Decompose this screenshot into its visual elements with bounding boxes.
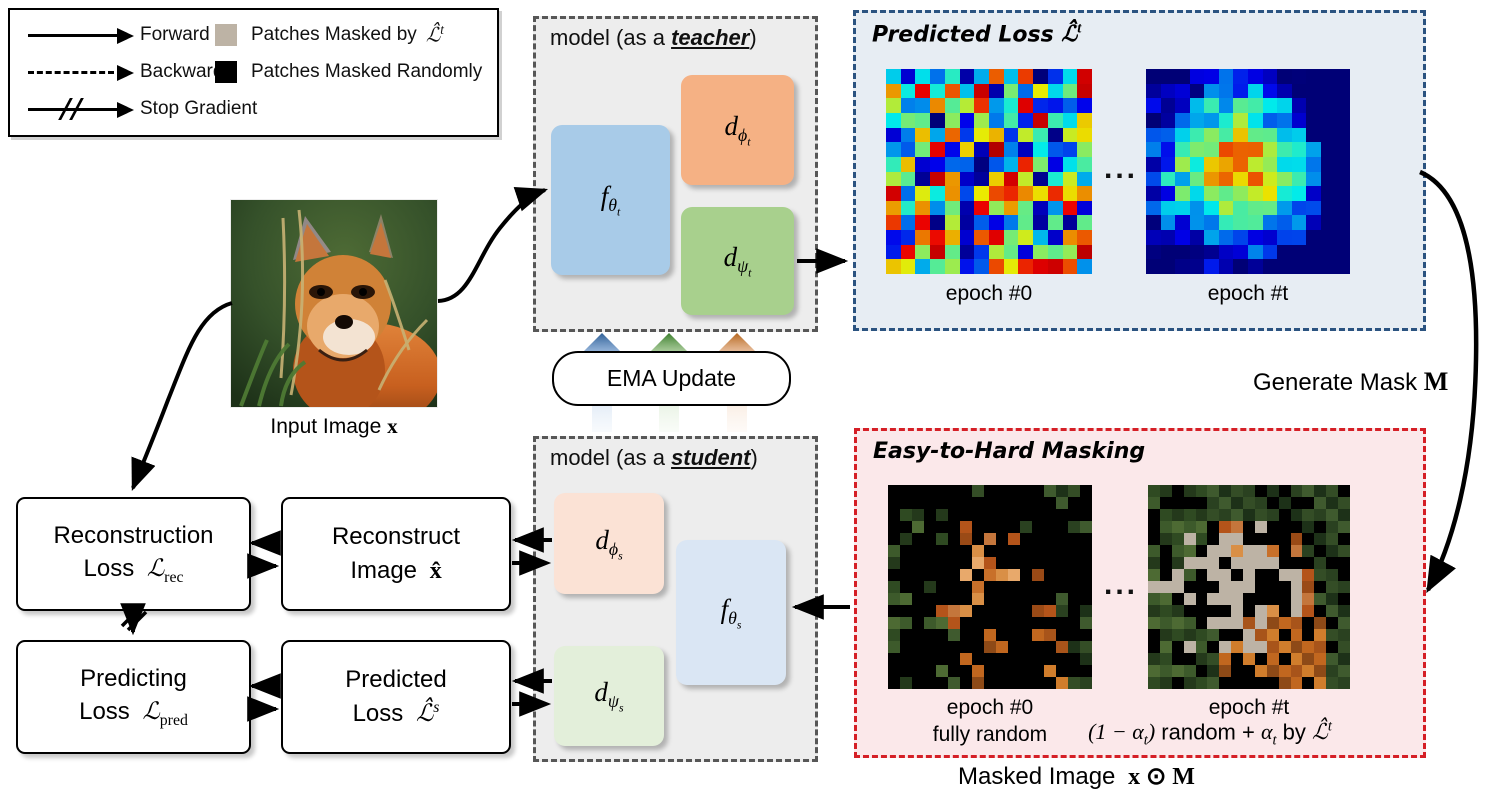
loss-panel-ellipsis: ... — [1104, 152, 1139, 185]
reconstruction-loss-line1: Reconstruction — [53, 522, 214, 550]
predicted-loss-student-line2: Loss ℒ̂s — [352, 698, 440, 727]
masked-image-label: Masked Image x ⊙ M — [958, 763, 1195, 790]
reconstruct-image-line1: Reconstruct — [331, 523, 461, 551]
module-label-f-theta-s: fθs — [720, 593, 742, 632]
legend-row-masked-randomly: Patches Masked Randomly — [215, 55, 482, 89]
black-swatch-icon — [215, 61, 237, 83]
legend-label-forward: Forward — [140, 24, 210, 45]
legend-label-masked-randomly: Patches Masked Randomly — [251, 61, 483, 82]
module-d-psi-t[interactable]: dψt — [681, 207, 794, 315]
mask-subcaption-epocht: (1 − αt) random + αt by ℒ̂t — [1088, 719, 1332, 749]
input-image-thumbnail — [231, 200, 441, 427]
masking-panel-title: Easy-to-Hard Masking — [873, 439, 1146, 464]
mask-caption-epoch0: epoch #0 — [946, 696, 1034, 719]
predicted-loss-heatmap-epocht — [1146, 69, 1350, 274]
legend-label-backward: Backward — [140, 61, 224, 82]
predicting-loss-box: Predicting Loss ℒpred — [16, 640, 251, 754]
legend-box: Forward Backward Stop Gradient Patches M… — [8, 8, 499, 137]
module-f-theta-t[interactable]: fθt — [551, 125, 670, 275]
stop-gradient-icon — [120, 606, 148, 632]
solid-arrow-icon — [28, 27, 140, 44]
generate-mask-label: Generate Mask M — [1253, 367, 1449, 396]
module-d-psi-s[interactable]: dψs — [554, 646, 664, 746]
module-d-phi-s[interactable]: dϕs — [554, 493, 664, 594]
legend-row-stop-gradient: Stop Gradient — [28, 92, 257, 126]
teacher-model-title: model (as a teacher) — [550, 25, 757, 50]
predicting-loss-line2: Loss ℒpred — [79, 698, 188, 730]
predicted-loss-panel-title: Predicted Loss ℒ̂t — [872, 21, 1082, 48]
input-image-caption: Input Image x — [270, 414, 398, 438]
mask-panel-ellipsis: ... — [1104, 568, 1139, 601]
reconstruction-loss-line2: Loss ℒrec — [83, 555, 184, 587]
ema-update-label: EMA Update — [606, 365, 737, 391]
module-label-f-theta-t: fθt — [600, 181, 621, 219]
stop-gradient-arrow-icon — [28, 98, 140, 120]
arrow-input-to-reconstruction-loss — [131, 301, 233, 491]
legend-row-backward: Backward — [28, 55, 223, 89]
dashed-arrow-icon — [28, 64, 140, 81]
legend-row-masked-by-loss: Patches Masked by ℒ̂t — [215, 18, 444, 52]
mask-caption-epocht: epoch #t — [1208, 696, 1290, 719]
predicted-loss-heatmap-epoch0 — [886, 69, 1092, 274]
reconstruct-image-box: Reconstruct Image x̂ — [281, 497, 511, 611]
ema-update-box: EMA Update — [552, 351, 791, 406]
loss-caption-epoch0: epoch #0 — [945, 282, 1033, 305]
module-label-d-psi-s: dψs — [594, 677, 624, 715]
module-d-phi-t[interactable]: dϕt — [681, 75, 794, 185]
student-model-title: model (as a student) — [550, 445, 758, 470]
legend-label-masked-by-loss: Patches Masked by — [251, 24, 417, 45]
reconstruct-image-line2: Image x̂ — [350, 556, 442, 584]
legend-symbol-predicted-loss: ℒ̂t — [425, 22, 444, 47]
predicted-loss-student-line1: Predicted — [345, 666, 447, 694]
module-label-d-phi-s: dϕs — [595, 524, 623, 563]
predicted-loss-student-box: Predicted Loss ℒ̂s — [281, 640, 511, 754]
arrow-input-to-teacher — [437, 186, 549, 303]
masked-image-epoch0 — [888, 485, 1092, 689]
masked-image-epocht — [1148, 485, 1350, 689]
module-f-theta-s[interactable]: fθs — [676, 540, 786, 685]
mask-symbol-M: M — [1423, 367, 1449, 396]
tan-swatch-icon — [215, 24, 237, 46]
legend-label-stop-gradient: Stop Gradient — [140, 98, 258, 119]
module-label-d-phi-t: dϕt — [724, 111, 751, 149]
module-label-d-psi-t: dψt — [723, 242, 752, 280]
loss-caption-epocht: epoch #t — [1207, 282, 1289, 305]
predicting-loss-line1: Predicting — [80, 665, 187, 693]
legend-row-forward: Forward — [28, 18, 210, 52]
reconstruction-loss-box: Reconstruction Loss ℒrec — [16, 497, 251, 611]
